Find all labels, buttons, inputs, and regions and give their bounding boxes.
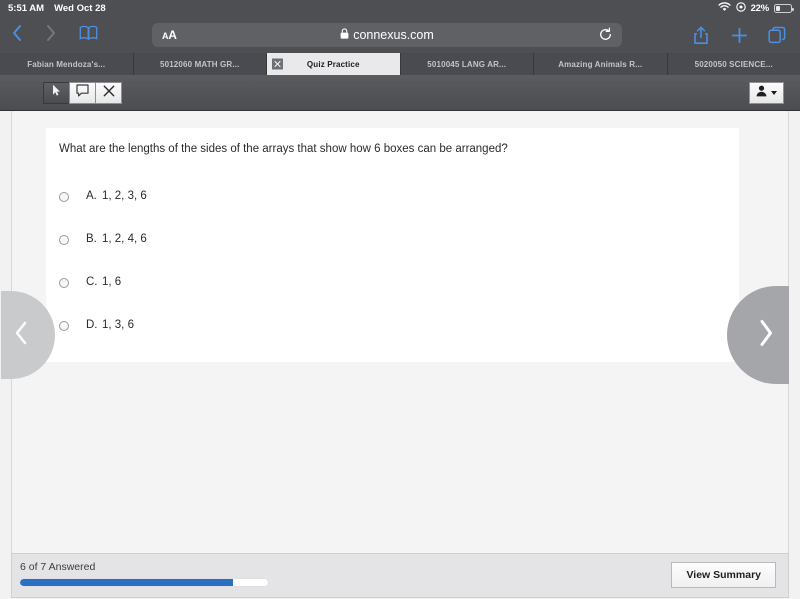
option-text: 1, 2, 4, 6 xyxy=(102,233,147,245)
bookmarks-button[interactable] xyxy=(68,20,108,50)
app-toolbar xyxy=(0,75,800,111)
browser-actions xyxy=(682,20,796,50)
browser-tab-2[interactable]: Quiz Practice xyxy=(267,53,401,75)
tab-label: Amazing Animals R... xyxy=(558,59,643,69)
share-icon xyxy=(694,26,708,44)
radio-button[interactable] xyxy=(59,278,69,288)
radio-button[interactable] xyxy=(59,321,69,331)
user-menu-button[interactable] xyxy=(749,82,784,104)
close-icon xyxy=(103,84,115,102)
radio-button[interactable] xyxy=(59,192,69,202)
close-icon[interactable] xyxy=(272,58,283,70)
show-tabs-button[interactable] xyxy=(758,20,796,50)
answered-status-label: 6 of 7 Answered xyxy=(20,561,96,573)
back-button[interactable] xyxy=(0,20,34,50)
battery-percent: 22% xyxy=(750,3,770,14)
share-button[interactable] xyxy=(682,20,720,50)
question-card: What are the lengths of the sides of the… xyxy=(46,128,739,362)
tab-label: Fabian Mendoza's... xyxy=(27,59,106,69)
question-text: What are the lengths of the sides of the… xyxy=(59,143,508,155)
chevron-left-icon xyxy=(13,320,29,351)
view-summary-button[interactable]: View Summary xyxy=(671,562,776,588)
tab-label: 5010045 LANG AR... xyxy=(427,59,507,69)
option-letter: C. xyxy=(86,276,98,288)
browser-toolbar: AAAA connexus.com xyxy=(0,17,800,53)
answered-progress-bar xyxy=(19,578,269,587)
answer-option-a[interactable]: A. 1, 2, 3, 6 xyxy=(59,190,699,233)
option-letter: D. xyxy=(86,319,98,331)
status-bar-date: Wed Oct 28 xyxy=(54,3,106,14)
caret-down-icon xyxy=(771,91,777,95)
option-letter: B. xyxy=(86,233,97,245)
new-tab-button[interactable] xyxy=(720,20,758,50)
wifi-icon xyxy=(717,2,731,15)
pointer-tool-button[interactable] xyxy=(43,82,70,104)
tab-label: 5012060 MATH GR... xyxy=(160,59,240,69)
tool-group xyxy=(43,82,122,104)
option-letter: A. xyxy=(86,190,97,202)
screen: 5:51 AM Wed Oct 28 22% AA connexus.com F… xyxy=(0,0,800,599)
address-bar[interactable]: AAAA connexus.com xyxy=(152,23,622,47)
browser-tab-3[interactable]: 5010045 LANG AR... xyxy=(400,53,534,75)
browser-tab-1[interactable]: 5012060 MATH GR... xyxy=(133,53,267,75)
answer-option-b[interactable]: B. 1, 2, 4, 6 xyxy=(59,233,699,276)
tab-label: 5020050 SCIENCE... xyxy=(694,59,773,69)
status-bar-left: 5:51 AM Wed Oct 28 xyxy=(0,3,106,14)
answer-option-d[interactable]: D. 1, 3, 6 xyxy=(59,319,699,362)
location-services-icon xyxy=(735,2,746,15)
pointer-icon xyxy=(52,84,61,102)
tab-strip: Fabian Mendoza's... 5012060 MATH GR... Q… xyxy=(0,53,800,75)
option-text: 1, 6 xyxy=(102,276,122,288)
status-bar-right: 22% xyxy=(717,2,800,15)
quiz-footer: 6 of 7 Answered View Summary xyxy=(11,553,789,598)
battery-icon xyxy=(774,4,794,13)
browser-tab-4[interactable]: Amazing Animals R... xyxy=(534,53,668,75)
option-text: 1, 2, 3, 6 xyxy=(102,190,147,202)
radio-button[interactable] xyxy=(59,235,69,245)
answer-option-c[interactable]: C. 1, 6 xyxy=(59,276,699,319)
tabs-icon xyxy=(768,26,786,44)
lock-icon xyxy=(340,28,349,42)
url-display: connexus.com xyxy=(152,28,622,42)
note-icon xyxy=(76,84,89,102)
tab-label: Quiz Practice xyxy=(306,59,360,69)
chevron-right-icon xyxy=(757,318,775,353)
plus-icon xyxy=(731,27,747,43)
browser-tab-0[interactable]: Fabian Mendoza's... xyxy=(0,53,134,75)
browser-tab-5[interactable]: 5020050 SCIENCE... xyxy=(667,53,800,75)
option-text: 1, 3, 6 xyxy=(102,319,134,331)
person-icon xyxy=(756,84,767,102)
chevron-right-icon xyxy=(45,24,57,47)
chevron-left-icon xyxy=(11,24,23,47)
answer-options: A. 1, 2, 3, 6 B. 1, 2, 4, 6 C. 1, 6 D. 1… xyxy=(59,190,699,362)
forward-button[interactable] xyxy=(34,20,68,50)
reload-button[interactable] xyxy=(598,27,613,47)
progress-fill xyxy=(20,579,234,586)
book-icon xyxy=(79,25,98,46)
reload-icon xyxy=(600,27,611,40)
status-bar-time: 5:51 AM xyxy=(8,3,45,14)
quiz-page-body: What are the lengths of the sides of the… xyxy=(11,111,789,553)
note-tool-button[interactable] xyxy=(69,82,96,104)
url-text: connexus.com xyxy=(353,28,434,42)
close-tool-button[interactable] xyxy=(95,82,122,104)
ios-status-bar: 5:51 AM Wed Oct 28 22% xyxy=(0,0,800,17)
